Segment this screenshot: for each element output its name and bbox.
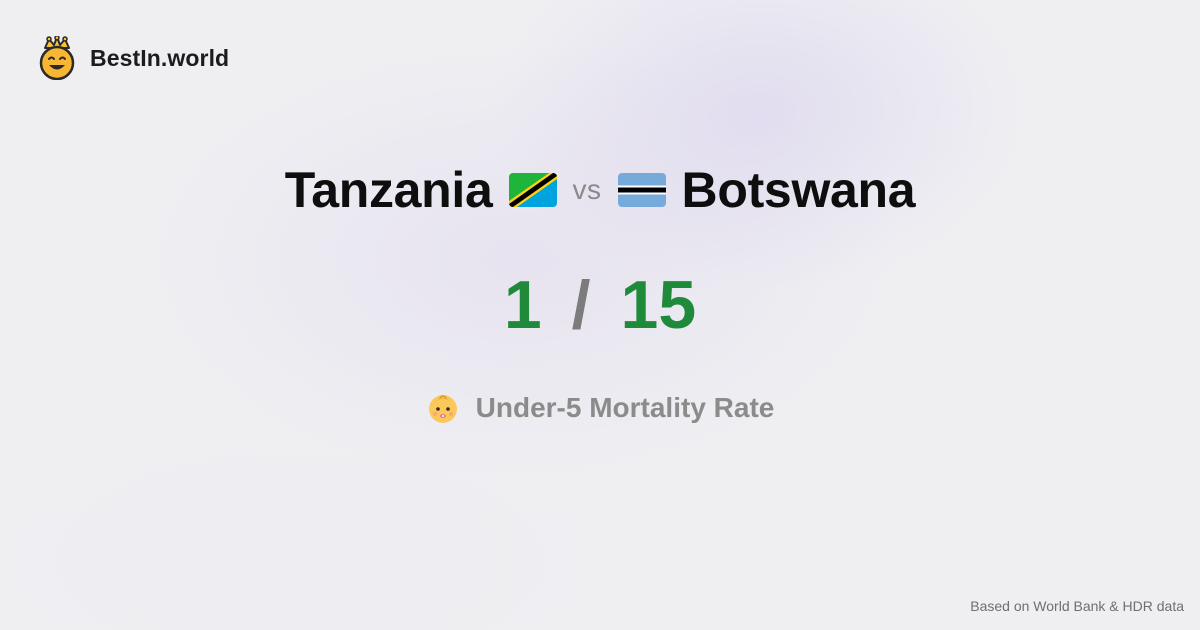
brand-header[interactable]: BestIn.world bbox=[38, 36, 229, 80]
botswana-flag-icon bbox=[617, 173, 666, 207]
baby-icon bbox=[428, 395, 457, 423]
metric-label-row: Under-5 Mortality Rate bbox=[0, 388, 1200, 428]
tanzania-flag-icon bbox=[508, 173, 557, 207]
right-score: 15 bbox=[620, 267, 697, 343]
score-display: 1 / 15 bbox=[0, 262, 1200, 348]
metric-label: Under-5 Mortality Rate bbox=[475, 392, 775, 423]
brand-name: BestIn.world bbox=[90, 44, 230, 71]
score-separator: / bbox=[571, 267, 591, 343]
left-score: 1 bbox=[503, 267, 542, 343]
vs-separator: vs bbox=[572, 174, 602, 205]
left-country-name: Tanzania bbox=[284, 162, 493, 218]
data-source-note: Based on World Bank & HDR data bbox=[970, 598, 1184, 614]
right-country-name: Botswana bbox=[681, 162, 916, 218]
crown-smiley-icon bbox=[39, 36, 75, 80]
comparison-headline: Tanzania vs Botswana bbox=[0, 158, 1200, 222]
